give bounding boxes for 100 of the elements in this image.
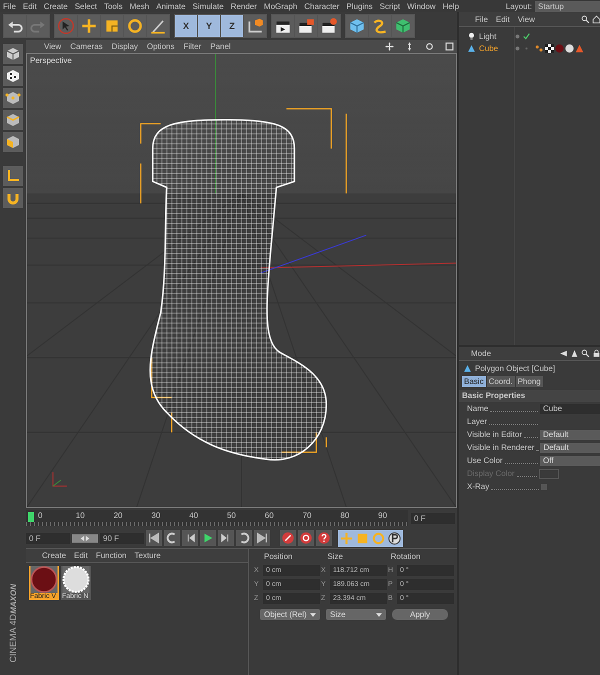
step-forward-icon[interactable] <box>218 530 234 546</box>
menu-item[interactable]: Animate <box>156 2 186 10</box>
menu-item[interactable]: Create <box>42 551 66 560</box>
go-to-start-icon[interactable] <box>146 530 162 546</box>
search-icon[interactable] <box>581 349 590 358</box>
dots-tag-icon[interactable] <box>535 44 544 52</box>
range-slider-icon[interactable] <box>72 534 98 542</box>
axis-lock-button[interactable]: Y <box>198 15 220 37</box>
coordinate-system-icon[interactable] <box>244 15 266 37</box>
cube-icon[interactable] <box>346 15 368 37</box>
menu-item[interactable]: Script <box>380 2 400 10</box>
go-to-end-icon[interactable] <box>254 530 270 546</box>
axis-lock-button[interactable]: X <box>175 15 197 37</box>
dropdown[interactable]: Default <box>540 430 600 440</box>
menu-item[interactable]: Window <box>407 2 436 10</box>
home-icon[interactable] <box>592 14 600 24</box>
rotate-icon[interactable] <box>124 15 146 37</box>
object-name[interactable]: Cube <box>479 44 515 52</box>
menu-item[interactable]: Simulate <box>192 2 224 10</box>
help-key-icon[interactable] <box>316 530 332 546</box>
visibility-dot-icon[interactable] <box>515 34 520 38</box>
menu-item[interactable]: Plugins <box>346 2 373 10</box>
previous-key-icon[interactable] <box>164 530 180 546</box>
spline-icon[interactable] <box>369 15 391 37</box>
menu-item[interactable]: Create <box>44 2 68 10</box>
apply-button[interactable]: Apply <box>392 609 448 620</box>
dropdown[interactable]: Off <box>540 456 600 466</box>
menu-item[interactable]: File <box>3 2 16 10</box>
move-icon[interactable] <box>78 15 100 37</box>
texture-mode-icon[interactable] <box>3 66 23 86</box>
parameter-key-icon[interactable] <box>387 530 402 546</box>
enabled-check-icon[interactable] <box>523 32 530 40</box>
layout-dropdown[interactable]: Startup <box>535 0 600 12</box>
text-field[interactable]: Cube <box>540 404 600 414</box>
end-frame-field[interactable]: 90 F <box>100 532 144 544</box>
autokey-icon[interactable] <box>298 530 314 546</box>
timeline-ruler[interactable]: 0 10 20 30 40 50 60 70 80 90 <box>26 510 408 526</box>
lock-icon[interactable] <box>592 349 600 358</box>
menu-item[interactable]: Help <box>442 2 460 10</box>
record-key-icon[interactable] <box>280 530 296 546</box>
select-arrow-icon[interactable] <box>55 15 77 37</box>
menu-item[interactable]: Cameras <box>70 42 103 51</box>
menu-item[interactable]: File <box>475 14 488 24</box>
menu-item[interactable]: Mesh <box>130 2 150 10</box>
orbit-icon[interactable] <box>425 42 434 51</box>
object-name[interactable]: Light <box>479 32 515 40</box>
visibility-dot-icon[interactable] <box>515 46 520 50</box>
play-icon[interactable] <box>200 530 216 546</box>
attribute-tab[interactable]: Phong <box>516 376 543 387</box>
next-key-icon[interactable] <box>236 530 252 546</box>
point-mode-icon[interactable] <box>3 88 23 108</box>
menu-item[interactable]: Edit <box>74 551 88 560</box>
navigation-icon[interactable] <box>385 42 394 51</box>
menu-item[interactable]: Tools <box>104 2 123 10</box>
mode-dropdown[interactable]: Size <box>326 609 386 620</box>
checker-tag-icon[interactable] <box>545 44 554 52</box>
magnet-icon[interactable] <box>3 188 23 208</box>
enabled-check-icon[interactable] <box>523 44 530 52</box>
render-region-icon[interactable] <box>295 15 317 37</box>
checkbox[interactable] <box>541 484 547 490</box>
menu-item[interactable]: Edit <box>496 14 510 24</box>
menu-item[interactable]: Options <box>146 42 174 51</box>
start-frame-field[interactable]: 0 F <box>26 532 70 544</box>
menu-item[interactable]: Render <box>230 2 257 10</box>
generator-cube-icon[interactable] <box>392 15 414 37</box>
step-back-icon[interactable] <box>182 530 198 546</box>
scale-icon[interactable] <box>101 15 123 37</box>
menu-item[interactable]: View <box>518 14 535 24</box>
attribute-tab[interactable]: Coord. <box>486 376 515 387</box>
color-swatch[interactable] <box>539 468 559 478</box>
render-view-icon[interactable] <box>272 15 294 37</box>
up-arrow-icon[interactable] <box>570 349 579 358</box>
menu-item[interactable]: MoGraph <box>264 2 298 10</box>
edge-mode-icon[interactable] <box>3 110 23 130</box>
attribute-tab[interactable]: Basic <box>462 376 486 387</box>
render-settings-icon[interactable] <box>318 15 340 37</box>
brush-icon[interactable] <box>147 15 169 37</box>
menu-item[interactable]: Display <box>112 42 138 51</box>
axis-lock-button[interactable]: Z <box>221 15 243 37</box>
undo-icon[interactable] <box>4 15 26 37</box>
model-mode-icon[interactable] <box>3 44 23 64</box>
maximize-icon[interactable] <box>445 42 454 51</box>
mode-dropdown[interactable]: Object (Rel) <box>260 609 320 620</box>
axis-mode-icon[interactable] <box>3 166 23 186</box>
search-icon[interactable] <box>581 14 590 24</box>
menu-item[interactable]: Panel <box>210 42 231 51</box>
polygon-mode-icon[interactable] <box>3 132 23 152</box>
menu-item[interactable]: Select <box>74 2 97 10</box>
menu-item[interactable]: Character <box>304 2 340 10</box>
menu-item[interactable]: Filter <box>183 42 202 51</box>
menu-item[interactable]: Texture <box>134 551 161 560</box>
fluffy-sphere-tag-icon[interactable] <box>565 44 574 52</box>
dropdown[interactable]: Default <box>540 442 600 452</box>
menu-item[interactable]: View <box>44 42 62 51</box>
menu-item[interactable]: Function <box>96 551 126 560</box>
zoom-arrows-icon[interactable] <box>405 42 414 51</box>
menu-item[interactable]: Edit <box>22 2 37 10</box>
menu-item[interactable]: Mode <box>471 349 492 358</box>
back-arrow-icon[interactable] <box>559 349 568 358</box>
current-frame-field[interactable]: 0 F <box>411 512 455 524</box>
